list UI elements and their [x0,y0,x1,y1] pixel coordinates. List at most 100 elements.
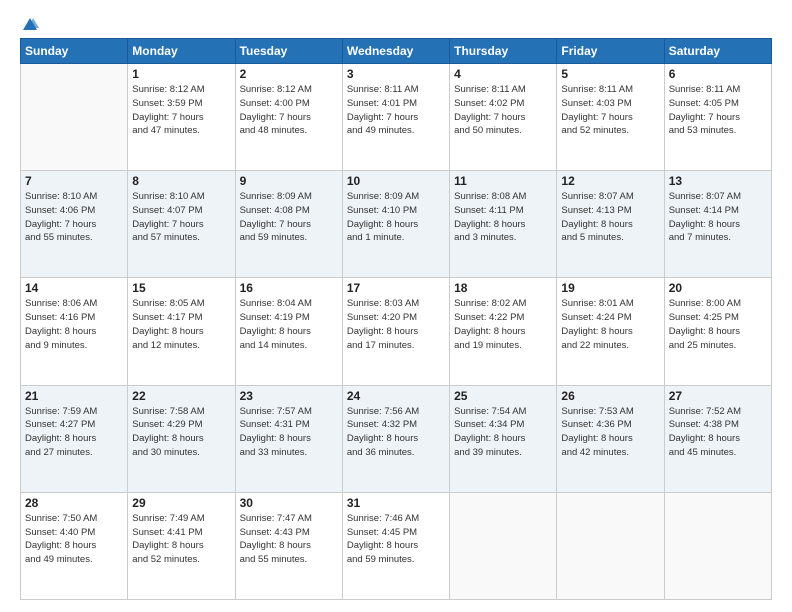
table-row: 1 Sunrise: 8:12 AM Sunset: 3:59 PM Daylig… [21,64,772,171]
day-info: Sunrise: 7:58 AM Sunset: 4:29 PM Dayligh… [132,405,230,460]
table-cell: 27 Sunrise: 7:52 AM Sunset: 4:38 PM Dayli… [664,385,771,492]
day-info: Sunrise: 8:09 AM Sunset: 4:08 PM Dayligh… [240,190,338,245]
day-number: 27 [669,389,767,403]
col-tuesday: Tuesday [235,39,342,64]
day-number: 7 [25,174,123,188]
table-cell: 14 Sunrise: 8:06 AM Sunset: 4:16 PM Dayli… [21,278,128,385]
day-number: 15 [132,281,230,295]
day-info: Sunrise: 8:01 AM Sunset: 4:24 PM Dayligh… [561,297,659,352]
logo-icon [21,16,39,34]
day-number: 5 [561,67,659,81]
day-number: 3 [347,67,445,81]
col-monday: Monday [128,39,235,64]
day-info: Sunrise: 8:11 AM Sunset: 4:01 PM Dayligh… [347,83,445,138]
table-cell: 26Sunrise: 7:53 AM Sunset: 4:36 PM Dayli… [557,385,664,492]
table-cell: 20Sunrise: 8:00 AM Sunset: 4:25 PM Dayli… [664,278,771,385]
table-cell: 13 Sunrise: 8:07 AM Sunset: 4:14 PM Dayli… [664,171,771,278]
day-number: 30 [240,496,338,510]
table-row: 7 Sunrise: 8:10 AM Sunset: 4:06 PM Daylig… [21,171,772,278]
day-info: Sunrise: 8:10 AM Sunset: 4:07 PM Dayligh… [132,190,230,245]
day-number: 25 [454,389,552,403]
day-info: Sunrise: 8:08 AM Sunset: 4:11 PM Dayligh… [454,190,552,245]
day-number: 14 [25,281,123,295]
day-info: Sunrise: 7:57 AM Sunset: 4:31 PM Dayligh… [240,405,338,460]
table-cell: 28 Sunrise: 7:50 AM Sunset: 4:40 PM Dayli… [21,492,128,599]
day-info: Sunrise: 7:59 AM Sunset: 4:27 PM Dayligh… [25,405,123,460]
day-number: 17 [347,281,445,295]
day-number: 1 [132,67,230,81]
calendar-table: Sunday Monday Tuesday Wednesday Thursday… [20,38,772,600]
table-cell: 7 Sunrise: 8:10 AM Sunset: 4:06 PM Daylig… [21,171,128,278]
table-cell: 31Sunrise: 7:46 AM Sunset: 4:45 PM Dayli… [342,492,449,599]
col-sunday: Sunday [21,39,128,64]
table-row: 21 Sunrise: 7:59 AM Sunset: 4:27 PM Dayli… [21,385,772,492]
day-number: 16 [240,281,338,295]
day-info: Sunrise: 7:50 AM Sunset: 4:40 PM Dayligh… [25,512,123,567]
day-info: Sunrise: 7:47 AM Sunset: 4:43 PM Dayligh… [240,512,338,567]
day-info: Sunrise: 8:11 AM Sunset: 4:05 PM Dayligh… [669,83,767,138]
table-cell [21,64,128,171]
day-info: Sunrise: 8:12 AM Sunset: 3:59 PM Dayligh… [132,83,230,138]
day-number: 21 [25,389,123,403]
day-info: Sunrise: 8:10 AM Sunset: 4:06 PM Dayligh… [25,190,123,245]
day-number: 2 [240,67,338,81]
table-cell [450,492,557,599]
day-info: Sunrise: 7:56 AM Sunset: 4:32 PM Dayligh… [347,405,445,460]
col-friday: Friday [557,39,664,64]
day-info: Sunrise: 8:02 AM Sunset: 4:22 PM Dayligh… [454,297,552,352]
day-number: 26 [561,389,659,403]
day-number: 8 [132,174,230,188]
table-cell: 29 Sunrise: 7:49 AM Sunset: 4:41 PM Dayli… [128,492,235,599]
day-info: Sunrise: 8:04 AM Sunset: 4:19 PM Dayligh… [240,297,338,352]
day-info: Sunrise: 7:54 AM Sunset: 4:34 PM Dayligh… [454,405,552,460]
table-cell: 24 Sunrise: 7:56 AM Sunset: 4:32 PM Dayli… [342,385,449,492]
day-number: 18 [454,281,552,295]
day-info: Sunrise: 8:06 AM Sunset: 4:16 PM Dayligh… [25,297,123,352]
table-cell: 2 Sunrise: 8:12 AM Sunset: 4:00 PM Daylig… [235,64,342,171]
table-cell: 3 Sunrise: 8:11 AM Sunset: 4:01 PM Daylig… [342,64,449,171]
day-info: Sunrise: 8:05 AM Sunset: 4:17 PM Dayligh… [132,297,230,352]
day-info: Sunrise: 8:09 AM Sunset: 4:10 PM Dayligh… [347,190,445,245]
table-cell: 5 Sunrise: 8:11 AM Sunset: 4:03 PM Daylig… [557,64,664,171]
day-number: 28 [25,496,123,510]
logo [20,16,40,30]
day-info: Sunrise: 7:46 AM Sunset: 4:45 PM Dayligh… [347,512,445,567]
day-number: 29 [132,496,230,510]
day-number: 9 [240,174,338,188]
table-row: 28 Sunrise: 7:50 AM Sunset: 4:40 PM Dayli… [21,492,772,599]
table-cell: 18 Sunrise: 8:02 AM Sunset: 4:22 PM Dayli… [450,278,557,385]
col-thursday: Thursday [450,39,557,64]
day-info: Sunrise: 8:11 AM Sunset: 4:03 PM Dayligh… [561,83,659,138]
day-number: 10 [347,174,445,188]
page: Sunday Monday Tuesday Wednesday Thursday… [0,0,792,612]
table-cell: 16 Sunrise: 8:04 AM Sunset: 4:19 PM Dayli… [235,278,342,385]
day-info: Sunrise: 7:49 AM Sunset: 4:41 PM Dayligh… [132,512,230,567]
table-cell: 11 Sunrise: 8:08 AM Sunset: 4:11 PM Dayli… [450,171,557,278]
header [20,16,772,30]
table-cell: 19 Sunrise: 8:01 AM Sunset: 4:24 PM Dayli… [557,278,664,385]
day-info: Sunrise: 8:11 AM Sunset: 4:02 PM Dayligh… [454,83,552,138]
table-cell: 12Sunrise: 8:07 AM Sunset: 4:13 PM Dayli… [557,171,664,278]
table-cell: 6 Sunrise: 8:11 AM Sunset: 4:05 PM Daylig… [664,64,771,171]
day-number: 20 [669,281,767,295]
table-cell: 17Sunrise: 8:03 AM Sunset: 4:20 PM Dayli… [342,278,449,385]
table-cell: 22Sunrise: 7:58 AM Sunset: 4:29 PM Dayli… [128,385,235,492]
col-saturday: Saturday [664,39,771,64]
table-cell: 10 Sunrise: 8:09 AM Sunset: 4:10 PM Dayli… [342,171,449,278]
day-number: 13 [669,174,767,188]
day-number: 24 [347,389,445,403]
table-cell [557,492,664,599]
day-number: 6 [669,67,767,81]
day-info: Sunrise: 8:07 AM Sunset: 4:14 PM Dayligh… [669,190,767,245]
table-cell: 9 Sunrise: 8:09 AM Sunset: 4:08 PM Daylig… [235,171,342,278]
table-cell: 30 Sunrise: 7:47 AM Sunset: 4:43 PM Dayli… [235,492,342,599]
day-info: Sunrise: 8:12 AM Sunset: 4:00 PM Dayligh… [240,83,338,138]
table-cell: 15 Sunrise: 8:05 AM Sunset: 4:17 PM Dayli… [128,278,235,385]
day-number: 19 [561,281,659,295]
table-cell: 21 Sunrise: 7:59 AM Sunset: 4:27 PM Dayli… [21,385,128,492]
table-cell: 4Sunrise: 8:11 AM Sunset: 4:02 PM Daylig… [450,64,557,171]
table-row: 14 Sunrise: 8:06 AM Sunset: 4:16 PM Dayli… [21,278,772,385]
day-info: Sunrise: 8:07 AM Sunset: 4:13 PM Dayligh… [561,190,659,245]
day-number: 11 [454,174,552,188]
day-info: Sunrise: 7:52 AM Sunset: 4:38 PM Dayligh… [669,405,767,460]
